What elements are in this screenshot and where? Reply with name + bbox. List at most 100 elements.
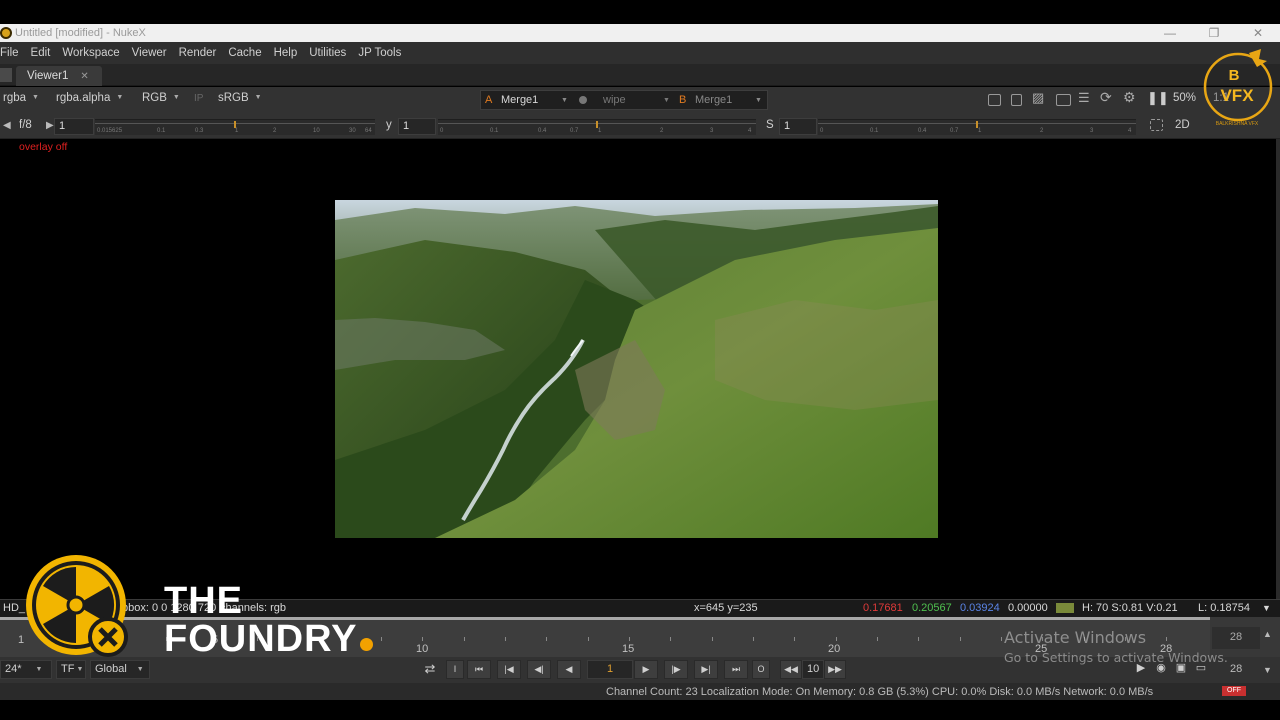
window-titlebar: Untitled [modified] - NukeX — ❐ ✕ <box>0 24 1280 42</box>
timeline-tick <box>464 637 465 641</box>
end-frame-value: 28 <box>1230 663 1243 675</box>
tick-label: 0.4 <box>538 128 547 134</box>
chevron-down-icon: ▼ <box>561 97 568 104</box>
next-keyframe-button[interactable]: ▶| <box>694 660 718 679</box>
clipping-warning-icon[interactable]: ▨ <box>1032 90 1044 106</box>
menu-workspace[interactable]: Workspace <box>62 47 119 59</box>
last-frame-button[interactable]: ⏭ <box>724 660 748 679</box>
gamma-label: y <box>386 119 392 131</box>
step-back-button[interactable]: ◀| <box>527 660 551 679</box>
timeline-tick <box>505 637 506 641</box>
alpha-value: rgba.alpha <box>56 92 111 104</box>
channels-value: rgba <box>3 92 27 104</box>
pane-grip-handle[interactable] <box>0 68 12 82</box>
gain-field[interactable]: 1 <box>54 118 94 135</box>
display-value: RGB <box>142 92 167 104</box>
previous-keyframe-button[interactable]: |◀ <box>497 660 521 679</box>
pixel-color-swatch <box>1056 603 1074 613</box>
saturation-field[interactable]: 1 <box>779 118 817 135</box>
controls-scroll-arrow-icon[interactable]: ▼ <box>1263 665 1272 675</box>
region-select-icon[interactable] <box>1150 119 1163 131</box>
status-badge[interactable]: OFF <box>1222 686 1246 696</box>
menu-render[interactable]: Render <box>179 47 217 59</box>
menu-edit[interactable]: Edit <box>31 47 51 59</box>
menu-help[interactable]: Help <box>274 47 298 59</box>
tick-label: 0.1 <box>157 128 166 134</box>
menu-file[interactable]: File <box>0 47 19 59</box>
gamma-slider-handle[interactable] <box>596 121 598 128</box>
status-text: Channel Count: 23 Localization Mode: On … <box>606 686 1154 698</box>
gain-slider[interactable]: 0.015625 0.1 0.3 1 2 10 30 64 <box>95 119 375 135</box>
gamma-slider[interactable]: 0 0.1 0.4 0.7 1 2 3 4 <box>438 119 756 135</box>
guides-icon[interactable]: ☰ <box>1078 90 1090 106</box>
menu-viewer[interactable]: Viewer <box>132 47 167 59</box>
menu-utilities[interactable]: Utilities <box>309 47 346 59</box>
skip-increment-field[interactable]: 10 <box>802 660 824 679</box>
roi-icon[interactable] <box>988 94 1001 106</box>
wipe-dropdown[interactable]: wipe <box>603 94 626 106</box>
close-icon[interactable]: ✕ <box>80 71 88 82</box>
gamma-field[interactable]: 1 <box>398 118 436 135</box>
close-window-button[interactable]: ✕ <box>1236 26 1280 40</box>
tab-viewer1[interactable]: Viewer1 ✕ <box>16 66 102 86</box>
nukex-app-icon <box>0 27 12 39</box>
viewer-lut-dropdown[interactable]: sRGB ▼ <box>218 92 262 104</box>
skip-forward-button[interactable]: ▶▶ <box>824 660 846 679</box>
pause-icon[interactable]: ❚❚ <box>1147 90 1169 106</box>
view-mode-dropdown[interactable]: 2D <box>1175 119 1190 131</box>
chevron-down-icon: ▼ <box>136 665 144 673</box>
menu-jp-tools[interactable]: JP Tools <box>358 47 401 59</box>
first-frame-button[interactable]: ⏮ <box>467 660 491 679</box>
current-frame-field[interactable]: 1 <box>587 660 633 679</box>
saturation-slider[interactable]: 0 0.1 0.4 0.7 1 2 3 4 <box>818 119 1136 135</box>
skip-back-button[interactable]: ◀◀ <box>780 660 802 679</box>
input-b-dropdown[interactable]: Merge1 <box>695 94 732 106</box>
minimize-button[interactable]: — <box>1148 26 1192 40</box>
bvfx-main-letters: VFX <box>1220 86 1254 105</box>
out-point-button[interactable]: O <box>752 660 770 679</box>
tick-label: 10 <box>313 128 320 134</box>
frame-range-dropdown[interactable]: Global ▼ <box>90 660 150 679</box>
loop-mode-icon[interactable]: ⇄ <box>418 660 442 679</box>
input-a-dropdown[interactable]: Merge1 <box>501 94 538 106</box>
fps-dropdown[interactable]: 24* ▼ <box>0 660 52 679</box>
tick-label: 0.7 <box>950 128 959 134</box>
display-style-dropdown[interactable]: RGB ▼ <box>142 92 180 104</box>
zoom-level[interactable]: 50% <box>1173 92 1196 104</box>
viewer-tab-bar: Viewer1 ✕ <box>0 64 1280 86</box>
foundry-wordmark: THE FOUNDRY <box>164 582 374 658</box>
tick-label: 1 <box>598 128 602 134</box>
lut-value: sRGB <box>218 92 249 104</box>
chevron-down-icon: ▼ <box>172 94 180 102</box>
play-forward-button[interactable]: ▶ <box>634 660 658 679</box>
restore-button[interactable]: ❐ <box>1192 26 1236 40</box>
step-forward-button[interactable]: |▶ <box>664 660 688 679</box>
pixel-hsv-value: H: 70 S:0.81 V:0.21 <box>1082 602 1178 614</box>
timeline-tick <box>381 637 382 641</box>
gear-icon[interactable]: ⚙ <box>1123 89 1136 106</box>
bvfx-subtitle: BALKRISHNA VFX <box>1216 121 1259 127</box>
input-process-toggle[interactable]: IP <box>194 93 203 104</box>
play-backward-button[interactable]: ◀ <box>557 660 581 679</box>
timeline-scroll-arrow-icon[interactable]: ▲ <box>1263 629 1272 639</box>
tick-label: 1 <box>235 128 239 134</box>
info-menu-arrow-icon[interactable]: ▼ <box>1262 603 1271 613</box>
timeline-tick <box>794 637 795 641</box>
viewer-toolbar-top: rgba ▼ rgba.alpha ▼ RGB ▼ IP sRGB ▼ A Merge1… <box>0 87 1280 113</box>
viewer-scrollbar[interactable] <box>1276 139 1280 599</box>
overlay-icon[interactable] <box>1056 94 1071 106</box>
in-point-button[interactable]: I <box>446 660 464 679</box>
previous-stop-icon[interactable]: ◀ <box>3 120 11 131</box>
fstop-label[interactable]: f/8 <box>19 119 32 131</box>
timecode-format-dropdown[interactable]: TF ▼ <box>56 660 86 679</box>
timeline-label: 15 <box>622 643 635 655</box>
saturation-slider-handle[interactable] <box>976 121 978 128</box>
alpha-channel-dropdown[interactable]: rgba.alpha ▼ <box>56 92 123 104</box>
gain-slider-handle[interactable] <box>234 121 236 128</box>
menu-cache[interactable]: Cache <box>228 47 261 59</box>
channels-dropdown[interactable]: rgba ▼ <box>3 92 39 104</box>
crop-icon[interactable] <box>1011 94 1022 106</box>
foundry-logo-icon <box>24 555 132 659</box>
next-stop-icon[interactable]: ▶ <box>46 120 54 131</box>
refresh-icon[interactable]: ⟳ <box>1100 89 1112 106</box>
